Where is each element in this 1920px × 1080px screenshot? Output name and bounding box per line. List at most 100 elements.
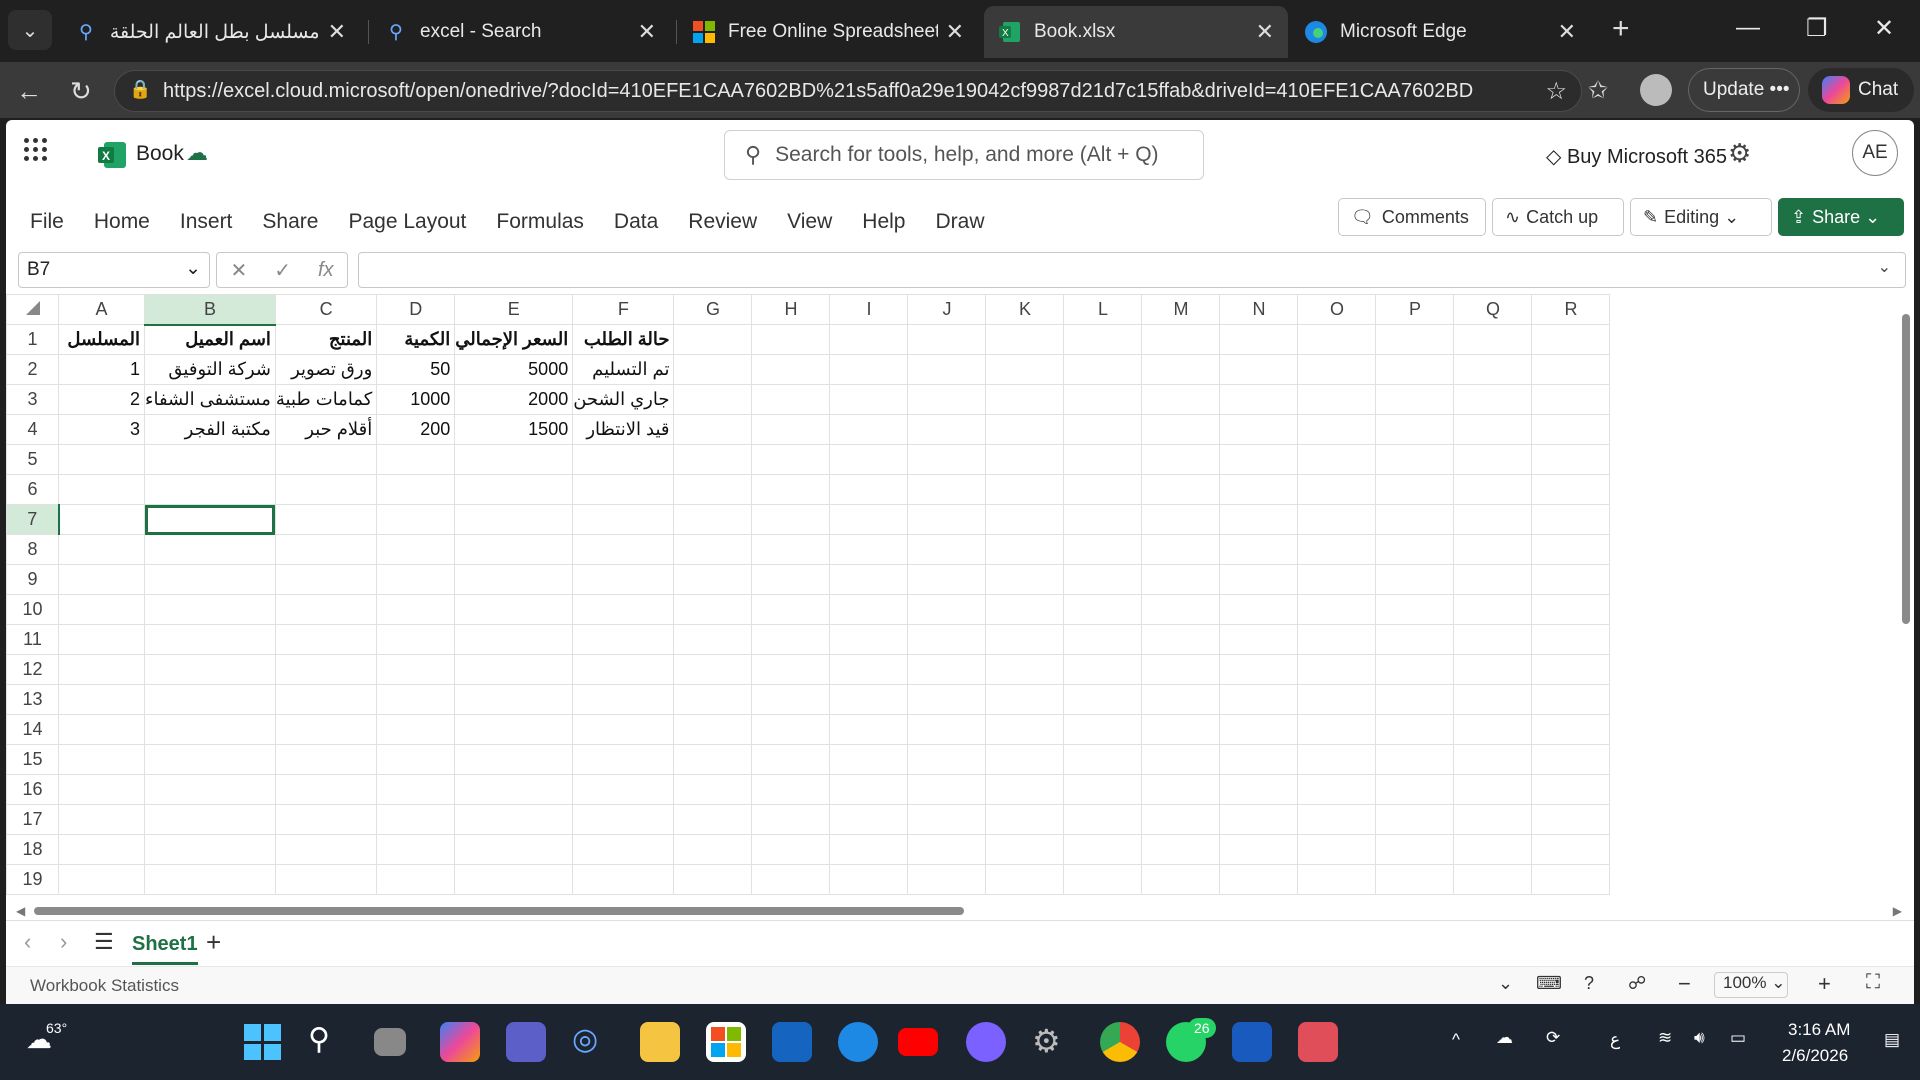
cell-J6[interactable] xyxy=(907,474,987,505)
cell-N4[interactable] xyxy=(1219,414,1299,445)
column-header[interactable]: E xyxy=(454,294,574,325)
prev-sheet-icon[interactable]: ‹ xyxy=(24,929,31,955)
cell-E12[interactable] xyxy=(454,654,574,685)
onedrive-icon[interactable]: ☁ xyxy=(1496,1028,1513,1048)
cell-R9[interactable] xyxy=(1531,564,1611,595)
cell-J16[interactable] xyxy=(907,774,987,805)
comments-button[interactable]: 🗨 Comments xyxy=(1338,198,1486,236)
tab-excel-search[interactable]: ⚲ excel - Search ✕ xyxy=(370,6,670,58)
cell-L8[interactable] xyxy=(1063,534,1143,565)
wifi-icon[interactable]: ≋ xyxy=(1658,1028,1672,1048)
cell-O1[interactable] xyxy=(1297,324,1377,355)
cell-A6[interactable] xyxy=(58,474,145,505)
cell-F17[interactable] xyxy=(572,804,675,835)
tab-actions-button[interactable]: ⌄ xyxy=(8,10,52,50)
cell-B19[interactable] xyxy=(144,864,276,895)
vertical-scrollbar[interactable] xyxy=(1900,294,1912,894)
cell-H8[interactable] xyxy=(751,534,831,565)
cell-G8[interactable] xyxy=(673,534,753,565)
cell-P9[interactable] xyxy=(1375,564,1455,595)
battery-icon[interactable]: ▭ xyxy=(1730,1028,1746,1048)
document-title[interactable]: Book xyxy=(136,142,184,166)
all-sheets-icon[interactable]: ☰ xyxy=(94,929,114,955)
catch-up-button[interactable]: ∿ Catch up xyxy=(1492,198,1624,236)
cell-G19[interactable] xyxy=(673,864,753,895)
row-header[interactable]: 12 xyxy=(6,654,59,685)
cell-P3[interactable] xyxy=(1375,384,1455,415)
cell-C4[interactable]: أقلام حبر xyxy=(274,414,378,445)
cell-N6[interactable] xyxy=(1219,474,1299,505)
cell-E11[interactable] xyxy=(454,624,574,655)
teams-icon[interactable] xyxy=(506,1022,546,1062)
row-header[interactable]: 11 xyxy=(6,624,59,655)
cell-F11[interactable] xyxy=(572,624,675,655)
cell-A5[interactable] xyxy=(58,444,145,475)
cell-C2[interactable]: ورق تصوير xyxy=(274,354,378,385)
file-explorer-icon[interactable] xyxy=(640,1022,680,1062)
cell-C6[interactable] xyxy=(274,474,378,505)
row-header[interactable]: 14 xyxy=(6,714,59,745)
cell-B17[interactable] xyxy=(144,804,276,835)
cell-H6[interactable] xyxy=(751,474,831,505)
cell-C14[interactable] xyxy=(274,714,378,745)
cell-H5[interactable] xyxy=(751,444,831,475)
column-header[interactable]: H xyxy=(751,294,831,325)
cell-D1[interactable]: الكمية xyxy=(376,324,456,355)
cell-C11[interactable] xyxy=(274,624,378,655)
cell-B5[interactable] xyxy=(144,444,276,475)
row-header[interactable]: 4 xyxy=(6,414,59,445)
zoom-out-icon[interactable]: − xyxy=(1678,971,1691,997)
cell-A9[interactable] xyxy=(58,564,145,595)
cell-F5[interactable] xyxy=(572,444,675,475)
cell-P14[interactable] xyxy=(1375,714,1455,745)
cell-G2[interactable] xyxy=(673,354,753,385)
column-header[interactable]: C xyxy=(274,294,378,325)
row-header[interactable]: 10 xyxy=(6,594,59,625)
cell-Q18[interactable] xyxy=(1453,834,1533,865)
cell-H1[interactable] xyxy=(751,324,831,355)
cell-J1[interactable] xyxy=(907,324,987,355)
cell-K5[interactable] xyxy=(985,444,1065,475)
cell-F2[interactable]: تم التسليم xyxy=(572,354,675,385)
column-header[interactable]: K xyxy=(985,294,1065,325)
row-header[interactable]: 9 xyxy=(6,564,59,595)
formula-bar[interactable]: ⌄ xyxy=(358,252,1906,288)
row-header[interactable]: 17 xyxy=(6,804,59,835)
cell-M14[interactable] xyxy=(1141,714,1221,745)
cell-P4[interactable] xyxy=(1375,414,1455,445)
cell-I10[interactable] xyxy=(829,594,909,625)
cell-J10[interactable] xyxy=(907,594,987,625)
cell-K4[interactable] xyxy=(985,414,1065,445)
cell-I6[interactable] xyxy=(829,474,909,505)
favorites-icon[interactable]: ✩ xyxy=(1588,76,1608,105)
cell-G12[interactable] xyxy=(673,654,753,685)
cell-I18[interactable] xyxy=(829,834,909,865)
cell-M17[interactable] xyxy=(1141,804,1221,835)
scroll-right-icon[interactable]: ▶ xyxy=(1893,904,1902,918)
tab-book-xlsx[interactable]: X Book.xlsx ✕ xyxy=(984,6,1288,58)
cell-J19[interactable] xyxy=(907,864,987,895)
url-field[interactable]: 🔒 https://excel.cloud.microsoft/open/one… xyxy=(114,70,1582,112)
cell-P17[interactable] xyxy=(1375,804,1455,835)
cell-F16[interactable] xyxy=(572,774,675,805)
column-header[interactable]: O xyxy=(1297,294,1377,325)
cell-F13[interactable] xyxy=(572,684,675,715)
cell-N5[interactable] xyxy=(1219,444,1299,475)
share-button[interactable]: ⇪ Share ⌄ xyxy=(1778,198,1904,236)
start-windows-icon[interactable] xyxy=(242,1022,282,1062)
cell-A14[interactable] xyxy=(58,714,145,745)
cell-O7[interactable] xyxy=(1297,504,1377,535)
cell-F7[interactable] xyxy=(572,504,675,535)
cell-G7[interactable] xyxy=(673,504,753,535)
cell-D11[interactable] xyxy=(376,624,456,655)
store-icon[interactable] xyxy=(706,1022,746,1062)
cell-Q4[interactable] xyxy=(1453,414,1533,445)
cell-P8[interactable] xyxy=(1375,534,1455,565)
cell-B18[interactable] xyxy=(144,834,276,865)
cell-B16[interactable] xyxy=(144,774,276,805)
cell-B15[interactable] xyxy=(144,744,276,775)
cell-K14[interactable] xyxy=(985,714,1065,745)
clock-date[interactable]: 2/6/2026 xyxy=(1782,1046,1848,1066)
cell-C8[interactable] xyxy=(274,534,378,565)
cell-M18[interactable] xyxy=(1141,834,1221,865)
